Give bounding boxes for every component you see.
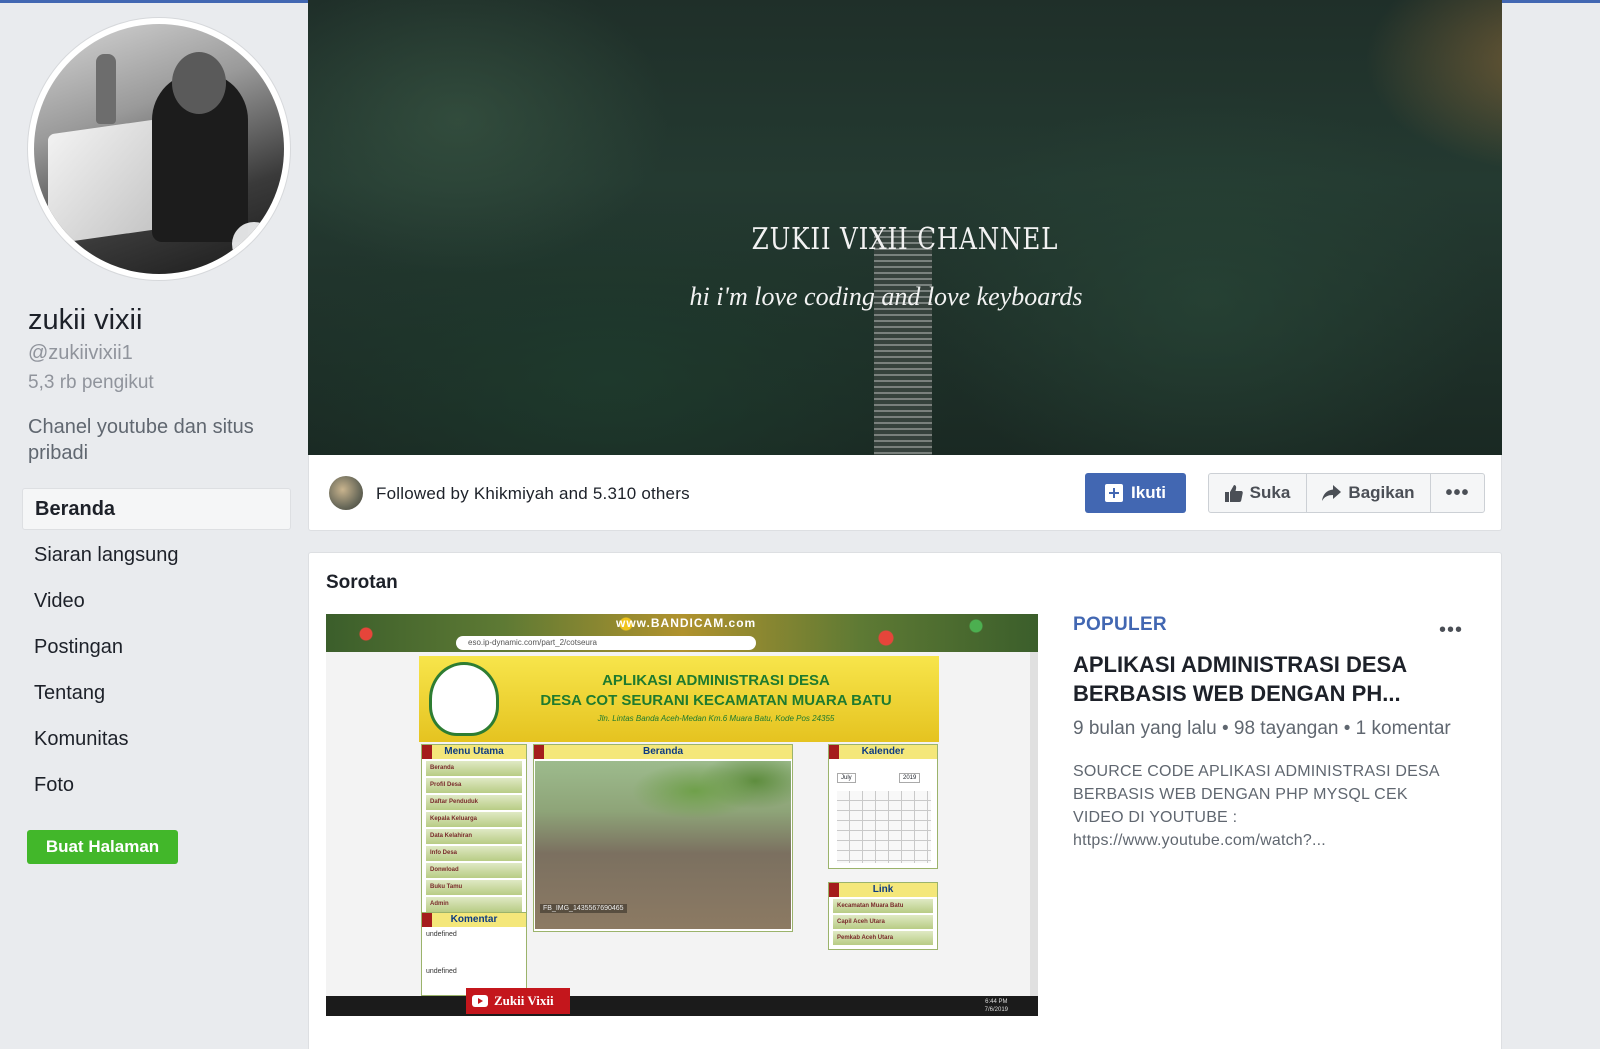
thumbnail-calendar-title: Kalender bbox=[829, 745, 937, 759]
thumbnail-clock-time: 6:44 PM bbox=[985, 999, 1008, 1005]
nav-item-siaran-langsung[interactable]: Siaran langsung bbox=[22, 532, 291, 578]
nav-item-video[interactable]: Video bbox=[22, 578, 291, 624]
create-page-button[interactable]: Buat Halaman bbox=[27, 830, 178, 864]
thumbnail-calendar: Kalender July 2019 bbox=[828, 744, 938, 869]
thumbnail-menu-item: Admin bbox=[426, 897, 522, 912]
follow-button[interactable]: Ikuti bbox=[1085, 473, 1186, 513]
thumbnail-links-title: Link bbox=[829, 883, 937, 897]
thumbnail-comment: undefined bbox=[426, 968, 457, 975]
page-action-bar: Followed by Khikmiyah and 5.310 others I… bbox=[308, 455, 1502, 531]
nav-item-beranda[interactable]: Beranda bbox=[22, 488, 291, 530]
thumbnail-menu-item: Daftar Penduduk bbox=[426, 795, 522, 810]
highlights-card: Sorotan www.BANDICAM.com eso.ip-dynamic.… bbox=[308, 552, 1502, 1049]
thumbnail-menu-item: Info Desa bbox=[426, 846, 522, 861]
thumbnail-calendar-month: July bbox=[837, 773, 856, 783]
thumbnail-menu-item: Data Kelahiran bbox=[426, 829, 522, 844]
thumbnail-channel-label: Zukii Vixii bbox=[494, 993, 554, 1008]
thumbnail-link-item: Capil Aceh Utara bbox=[833, 915, 933, 929]
page-button-group: Suka Bagikan ••• bbox=[1208, 473, 1485, 513]
bandicam-watermark: www.BANDICAM.com bbox=[616, 616, 757, 630]
thumbnail-comment: undefined bbox=[426, 931, 457, 938]
like-button[interactable]: Suka bbox=[1209, 474, 1307, 512]
thumbnail-heading-2: DESA COT SEURANI KECAMATAN MUARA BATU bbox=[540, 692, 892, 709]
thumbnail-calendar-year: 2019 bbox=[899, 773, 921, 783]
thumbnail-menu-item: Donwload bbox=[426, 863, 522, 878]
youtube-play-icon bbox=[472, 995, 488, 1007]
cover-photo[interactable]: ZUKII VIXII CHANNEL hi i'm love coding a… bbox=[308, 0, 1502, 455]
profile-avatar[interactable] bbox=[28, 18, 290, 280]
nav-item-tentang[interactable]: Tentang bbox=[22, 670, 291, 716]
thumbnail-main-panel: Beranda FB_IMG_1435567690465 bbox=[533, 744, 793, 932]
nav-item-foto[interactable]: Foto bbox=[22, 762, 291, 808]
thumbnail-photo-label: FB_IMG_1435567690465 bbox=[540, 904, 627, 913]
followed-by-text[interactable]: Followed by Khikmiyah and 5.310 others bbox=[376, 484, 690, 504]
video-stats: 9 bulan yang lalu • 98 tayangan • 1 kome… bbox=[1073, 718, 1451, 739]
thumbnail-clock-date: 7/6/2019 bbox=[984, 1007, 1008, 1013]
thumbnail-photo: FB_IMG_1435567690465 bbox=[535, 761, 791, 929]
thumbnail-menu-item: Profil Desa bbox=[426, 778, 522, 793]
video-title[interactable]: APLIKASI ADMINISTRASI DESA BERBASIS WEB … bbox=[1073, 650, 1453, 708]
cover-subtitle: hi i'm love coding and love keyboards bbox=[689, 282, 1083, 311]
video-more-options[interactable]: ••• bbox=[1439, 619, 1463, 642]
thumbnail-heading-1: APLIKASI ADMINISTRASI DESA bbox=[602, 672, 830, 689]
video-meta: POPULER APLIKASI ADMINISTRASI DESA BERBA… bbox=[1073, 614, 1453, 852]
village-logo bbox=[429, 662, 499, 736]
thumbnail-comment-title: Komentar bbox=[422, 913, 526, 927]
thumbnail-url: eso.ip-dynamic.com/part_2/cotseura bbox=[456, 636, 756, 650]
thumbnail-menu: Menu Utama Beranda Profil Desa Daftar Pe… bbox=[421, 744, 527, 914]
video-description: SOURCE CODE APLIKASI ADMINISTRASI DESA B… bbox=[1073, 763, 1439, 849]
popular-badge: POPULER bbox=[1073, 614, 1167, 635]
follower-count: 5,3 rb pengikut bbox=[28, 372, 154, 393]
profile-name[interactable]: zukii vixii bbox=[28, 304, 142, 337]
thumbnail-menu-item: Beranda bbox=[426, 761, 522, 776]
cover-title: ZUKII VIXII CHANNEL bbox=[751, 222, 1059, 257]
bridge-graphic bbox=[874, 230, 932, 455]
like-label: Suka bbox=[1249, 483, 1291, 502]
share-label: Bagikan bbox=[1348, 483, 1415, 502]
more-options-button[interactable]: ••• bbox=[1431, 474, 1484, 512]
thumbnail-menu-item: Kepala Keluarga bbox=[426, 812, 522, 827]
add-page-icon bbox=[1105, 484, 1124, 502]
thumbnail-clock: 6:44 PM 7/6/2019 bbox=[985, 998, 1008, 1014]
left-sidebar: zukii vixii @zukiivixii1 5,3 rb pengikut… bbox=[0, 0, 300, 1049]
follow-label: Ikuti bbox=[1131, 483, 1166, 502]
thumbnail-main-title: Beranda bbox=[534, 745, 792, 759]
thumbnail-heading-3: Jln. Lintas Banda Aceh-Medan Km.6 Muara … bbox=[597, 714, 835, 723]
thumbnail-comments: Komentar undefined undefined bbox=[421, 912, 527, 996]
profile-handle[interactable]: @zukiivixii1 bbox=[28, 342, 133, 365]
page-nav: Beranda Siaran langsung Video Postingan … bbox=[22, 488, 291, 808]
thumbnail-menu-title: Menu Utama bbox=[422, 745, 526, 759]
thumbnail-channel-badge: Zukii Vixii bbox=[466, 988, 570, 1014]
thumbnail-links: Link Kecamatan Muara Batu Capil Aceh Uta… bbox=[828, 882, 938, 950]
thumbnail-link-item: Pemkab Aceh Utara bbox=[833, 931, 933, 945]
camera-icon[interactable] bbox=[232, 222, 276, 266]
thumbnail-calendar-grid bbox=[837, 791, 931, 863]
share-button[interactable]: Bagikan bbox=[1307, 474, 1431, 512]
highlights-title: Sorotan bbox=[326, 572, 398, 593]
profile-description: Chanel youtube dan situs pribadi bbox=[28, 416, 254, 464]
thumbnail-taskbar bbox=[326, 996, 1038, 1016]
share-arrow-icon bbox=[1322, 485, 1342, 501]
thumbnail-menu-item: Buku Tamu bbox=[426, 880, 522, 895]
thumbs-up-icon bbox=[1224, 484, 1243, 502]
nav-item-postingan[interactable]: Postingan bbox=[22, 624, 291, 670]
profile-photo bbox=[34, 24, 284, 274]
thumbnail-link-item: Kecamatan Muara Batu bbox=[833, 899, 933, 913]
nav-item-komunitas[interactable]: Komunitas bbox=[22, 716, 291, 762]
friend-avatar[interactable] bbox=[329, 476, 363, 510]
video-thumbnail[interactable]: www.BANDICAM.com eso.ip-dynamic.com/part… bbox=[326, 614, 1038, 1016]
